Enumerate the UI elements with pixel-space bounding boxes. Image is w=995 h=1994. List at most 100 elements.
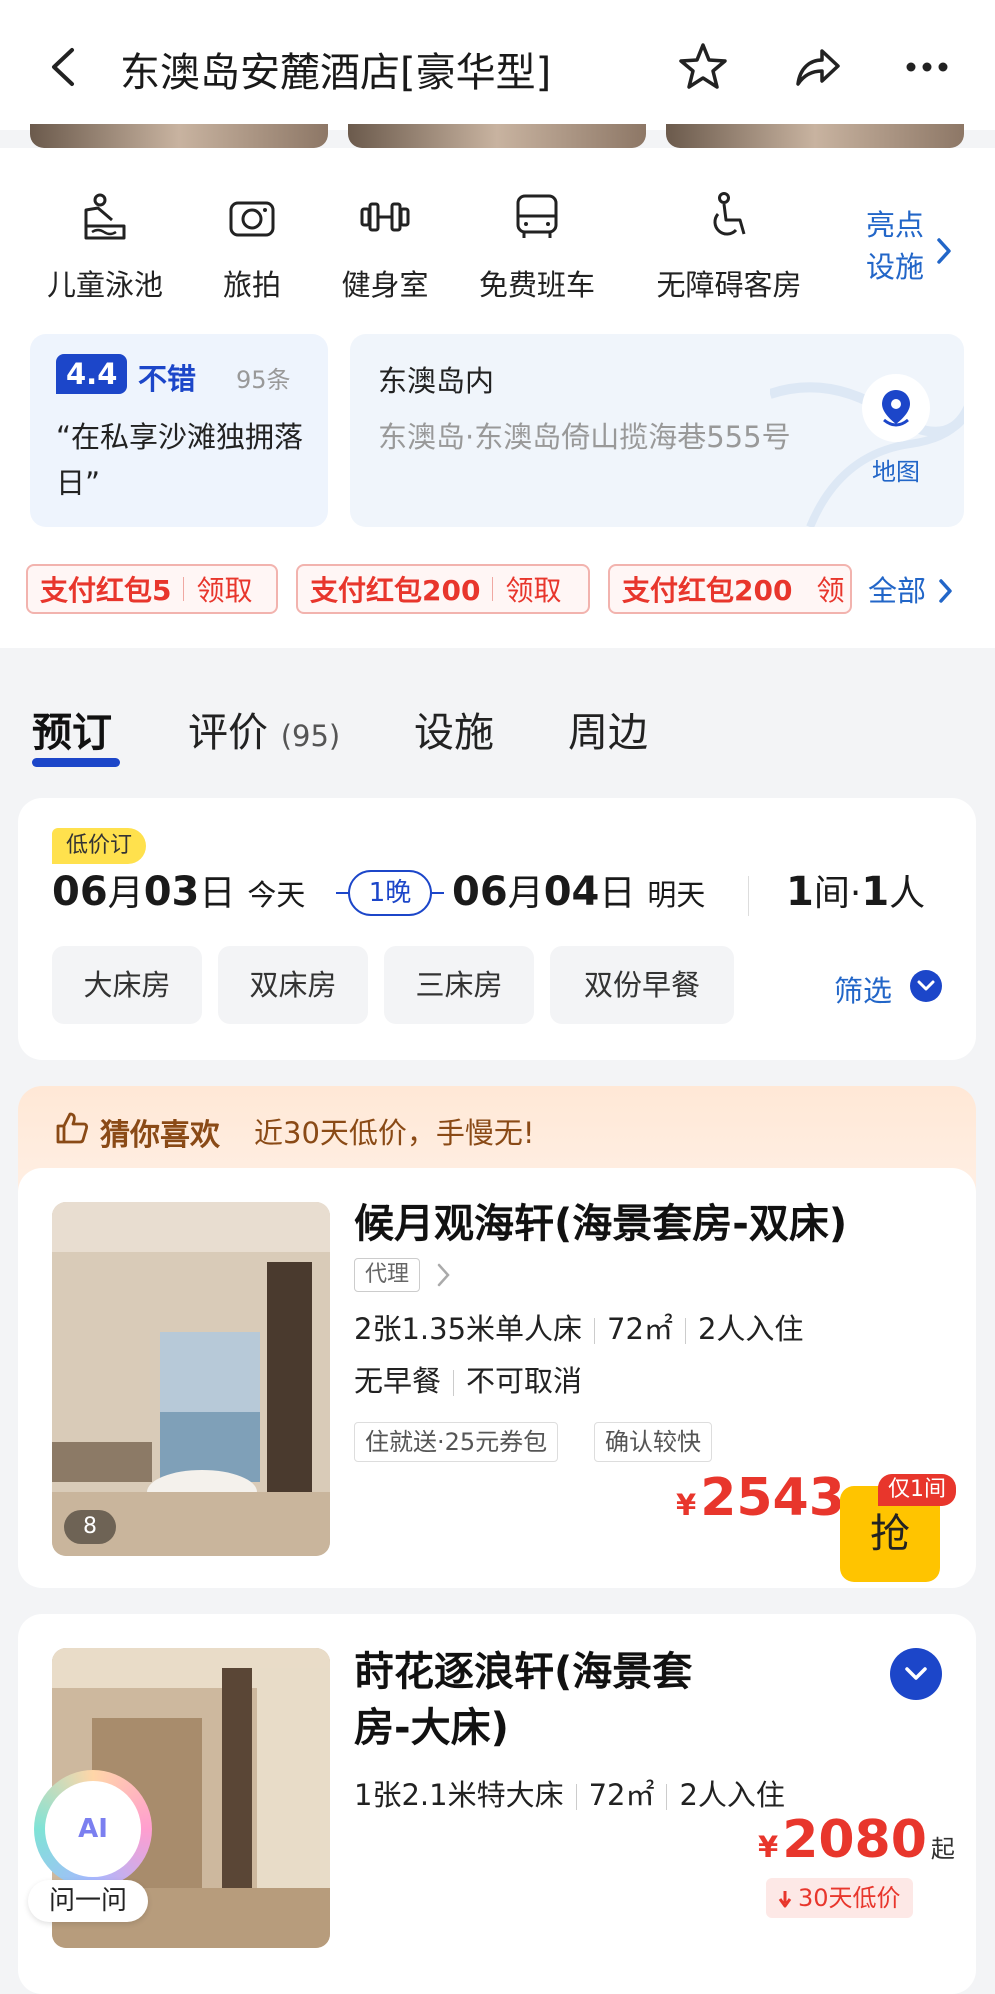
tab-reviews[interactable]: 评价 (95) (188, 700, 340, 758)
facility-gym[interactable]: 健身室 (330, 190, 440, 304)
gallery-thumb[interactable] (666, 124, 964, 148)
facility-kids-pool[interactable]: 儿童泳池 (40, 190, 170, 304)
room-name: 候月观海轩(海景套房-双床) (354, 1201, 848, 1247)
chevron-down-icon (905, 1667, 927, 1680)
day-unit: 日 (599, 873, 636, 914)
tab-label: 评价 (188, 710, 268, 756)
tab-facilities[interactable]: 设施 (414, 700, 494, 758)
divider (748, 876, 749, 916)
location-address: 东澳岛·东澳岛倚山揽海巷555号 (378, 420, 791, 454)
room-guest-selector[interactable]: 1间·1人 (786, 864, 925, 916)
filter-chip[interactable]: 三床房 (384, 946, 534, 1024)
checkout-relative: 明天 (647, 878, 706, 912)
perk-tag: 确认较快 (594, 1422, 712, 1462)
image-count-badge: 8 (64, 1510, 116, 1544)
checkin-month: 06 (52, 869, 108, 915)
active-tab-indicator (32, 758, 120, 767)
dumbbell-icon (360, 202, 410, 232)
room-policy: 无早餐 不可取消 (354, 1358, 582, 1400)
facility-label: 健身室 (341, 268, 429, 302)
coupon-label: 支付红包200 (310, 574, 481, 607)
ai-assistant-icon: AI (34, 1770, 152, 1888)
ask-label: 问一问 (28, 1880, 148, 1922)
location-card[interactable]: 东澳岛内 东澳岛·东澳岛倚山揽海巷555号 地图 (350, 334, 964, 527)
coupon-chip[interactable]: 支付红包5 领取 (26, 564, 278, 614)
map-button[interactable]: 地图 (846, 374, 946, 487)
recommend-title: 猜你喜欢 (100, 1118, 220, 1153)
checkin-relative: 今天 (247, 878, 306, 912)
room-card[interactable]: 莳花逐浪轩(海景套 房-大床) 1张2.1米特大床 72㎡ 2人入住 ¥2080 起 … (18, 1614, 976, 1994)
highlight-line1: 亮点 (866, 208, 925, 242)
room-photo-image (52, 1202, 330, 1556)
review-quote: “在私享沙滩独拥落日” (56, 420, 304, 500)
rating-score: 4.4 (56, 354, 128, 394)
chevron-right-icon (937, 238, 951, 264)
review-count: 95条 (236, 366, 291, 394)
recommend-subtitle: 近30天低价，手慢无! (254, 1116, 535, 1150)
filter-chip[interactable]: 双床房 (218, 946, 368, 1024)
nights-count: 1晚 (348, 870, 432, 916)
arrow-down-icon (778, 1891, 792, 1908)
coupon-action: 领 (816, 574, 845, 607)
only-one-left-tag: 仅1间 (878, 1474, 956, 1506)
price-value: 2543 (700, 1468, 845, 1528)
back-arrow-icon[interactable] (40, 42, 90, 92)
coupon-action: 领取 (505, 574, 562, 607)
breakfast-info: 无早餐 (354, 1364, 442, 1398)
filter-button[interactable]: 筛选 (834, 968, 892, 1010)
room-card[interactable]: 8 候月观海轩(海景套房-双床) 代理 2张1.35米单人床 72㎡ 2人入住 无早… (18, 1168, 976, 1588)
room-unit: 间 (813, 873, 850, 914)
kids-pool-icon (84, 193, 126, 240)
gallery-thumb[interactable] (348, 124, 646, 148)
area-info: 72㎡ (607, 1312, 673, 1346)
facility-accessible[interactable]: 无障碍客房 (648, 190, 810, 304)
facility-shuttle[interactable]: 免费班车 (472, 190, 602, 304)
area-info: 72㎡ (588, 1778, 655, 1812)
highlight-facilities-link[interactable]: 亮点 设施 (866, 204, 924, 288)
low-price-30d-tag: 30天低价 (766, 1878, 913, 1918)
room-price: ¥2543 (676, 1468, 845, 1528)
checkout-date[interactable]: 06月04日 明天 (452, 864, 705, 916)
expand-room-button[interactable] (890, 1648, 942, 1700)
price-value: 2080 (782, 1810, 927, 1870)
chevron-right-icon (939, 579, 952, 603)
month-unit: 月 (107, 873, 144, 914)
tab-nearby[interactable]: 周边 (568, 700, 648, 758)
room-bed-spec: 1张2.1米特大床 72㎡ 2人入住 (354, 1772, 785, 1814)
more-icon[interactable] (900, 40, 954, 94)
filter-chip[interactable]: 大床房 (52, 946, 202, 1024)
ask-ai-floating-button[interactable]: AI 问一问 (28, 1770, 158, 1930)
map-pin-container (862, 374, 930, 442)
facility-label: 旅拍 (222, 268, 281, 302)
room-name-line1: 莳花逐浪轩(海景套 (354, 1649, 693, 1695)
bed-info: 1张2.1米特大床 (354, 1778, 564, 1812)
shuttle-bus-icon (516, 194, 558, 238)
separator-dot: · (849, 873, 862, 914)
camera-icon (229, 201, 275, 237)
map-label: 地图 (872, 458, 920, 486)
favorite-star-icon[interactable] (676, 40, 730, 94)
room-photo[interactable]: 8 (52, 1202, 330, 1556)
guest-info: 2人入住 (679, 1778, 785, 1812)
coupon-chip[interactable]: 支付红包200 领 (608, 564, 852, 614)
share-icon[interactable] (790, 40, 844, 94)
rating-summary[interactable]: 4.4 不错 95条 “在私享沙滩独拥落日” (30, 334, 328, 527)
tab-booking[interactable]: 预订 (32, 700, 112, 758)
room-price: ¥2080 起 (758, 1810, 955, 1870)
facility-photo[interactable]: 旅拍 (206, 190, 298, 304)
hotel-overview-card: 儿童泳池 旅拍 健身室 免费班车 无障碍客房 亮点 设施 4.4 不错 95条 … (0, 148, 995, 648)
person-count: 1 (861, 869, 890, 915)
checkout-day: 04 (543, 869, 600, 915)
wheelchair-icon (713, 192, 746, 236)
gallery-thumb[interactable] (30, 124, 328, 148)
ai-badge: AI (45, 1781, 141, 1877)
facility-label: 免费班车 (478, 268, 595, 302)
all-coupons-link[interactable]: 全部 (868, 568, 926, 610)
currency: ¥ (758, 1830, 779, 1864)
coupon-chip[interactable]: 支付红包200 领取 (296, 564, 590, 614)
checkin-date[interactable]: 06月03日 今天 (52, 864, 305, 916)
person-unit: 人 (889, 873, 926, 914)
chevron-right-icon (437, 1263, 450, 1287)
header: 东澳岛安麓酒店[豪华型] (0, 0, 995, 130)
filter-chip[interactable]: 双份早餐 (550, 946, 734, 1024)
